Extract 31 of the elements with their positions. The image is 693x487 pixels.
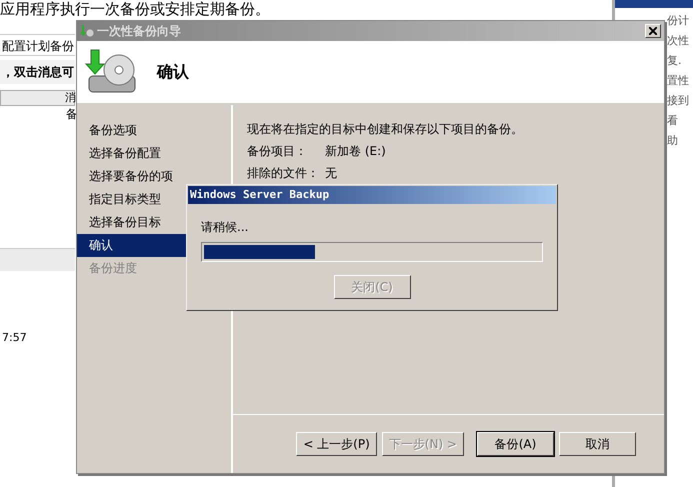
page-title: 确认	[157, 62, 189, 82]
summary-text: 现在将在指定的目标中创建和保存以下项目的备份。	[247, 121, 524, 138]
wizard-button[interactable]: 取消	[559, 432, 636, 456]
wait-message: 请稍候...	[200, 219, 250, 236]
action-item[interactable]: 看	[667, 113, 690, 128]
detail-label: 备份项目：	[247, 143, 308, 160]
wizard-step[interactable]: 备份选项	[77, 119, 231, 142]
detail-value: 新加卷 (E:)	[325, 143, 386, 160]
close-button[interactable]	[645, 24, 661, 38]
column-header[interactable]: 消	[0, 90, 75, 106]
dialog-title: Windows Server Backup	[188, 186, 556, 204]
backup-icon	[80, 24, 94, 38]
window-title: 一次性备份向导	[97, 22, 182, 40]
wizard-step[interactable]: 选择要备份的项	[77, 165, 231, 188]
description-text: 应用程序执行一次备份或安排定期备份。	[0, 0, 271, 20]
wizard-step[interactable]: 选择备份配置	[77, 142, 231, 165]
detail-label: 排除的文件：	[247, 165, 320, 182]
configure-schedule-link[interactable]: 配置计划备份	[0, 34, 75, 56]
time-text: 7:57	[1, 331, 28, 344]
action-item[interactable]: 助	[667, 133, 690, 148]
action-item[interactable]: 复.	[667, 53, 690, 68]
wizard-button[interactable]: < 上一步(P)	[296, 432, 377, 456]
close-icon	[649, 27, 657, 35]
action-item[interactable]: 份计	[667, 13, 690, 28]
wizard-button[interactable]: 备份(A)	[477, 432, 554, 456]
message-hint: ，双击消息可	[0, 60, 75, 84]
action-item[interactable]: 次性	[667, 33, 690, 48]
action-item[interactable]: 接到	[667, 93, 690, 108]
detail-value: 无	[325, 165, 337, 182]
table-cell-text: 备	[65, 106, 79, 122]
action-item[interactable]: 置性	[667, 73, 690, 88]
